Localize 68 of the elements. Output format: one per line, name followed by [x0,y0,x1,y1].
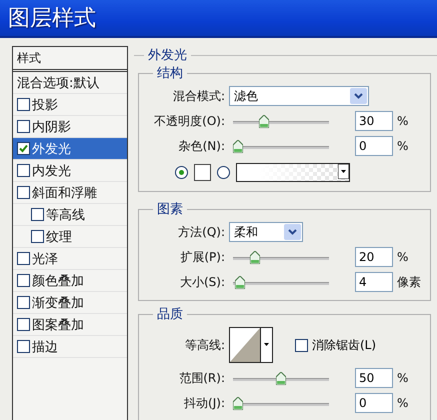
checkbox[interactable] [17,164,30,177]
checkbox[interactable] [17,252,30,265]
list-header: 样式 [13,47,127,72]
style-item[interactable]: 混合选项:默认 [13,72,127,94]
slider-thumb[interactable] [258,115,269,128]
color-swatch[interactable] [194,164,211,180]
checkbox-label: 消除锯齿(L) [312,336,376,354]
style-item[interactable]: 描边 [13,336,127,358]
value-field[interactable]: 50 [355,368,393,388]
group-title: 图素 [156,201,184,218]
style-item[interactable]: 渐变叠加 [13,292,127,314]
window-title: 图层样式 [8,5,96,33]
checkbox[interactable] [31,208,44,221]
field-label: 方法(Q): [177,224,225,240]
unit-label: 像素 [397,274,421,290]
unit-label: % [397,250,408,264]
section-title: 外发光 [147,47,188,64]
style-item[interactable]: 颜色叠加 [13,270,127,292]
group-title: 品质 [156,306,184,323]
unit-label: % [397,371,408,385]
style-item[interactable]: 等高线 [13,204,127,226]
value-field[interactable]: 0 [355,136,393,156]
style-item[interactable]: 光泽 [13,248,127,270]
checkbox[interactable] [17,120,30,133]
checkbox[interactable] [295,338,308,352]
checkbox[interactable] [31,230,44,243]
slider-thumb[interactable] [234,276,245,289]
style-item[interactable]: 投影 [13,94,127,116]
value-field[interactable]: 20 [355,247,393,267]
style-item[interactable]: 纹理 [13,226,127,248]
value-field[interactable]: 30 [355,111,393,131]
checkbox[interactable] [17,274,30,287]
dropdown-arrow-icon[interactable] [260,328,272,362]
unit-label: % [397,396,408,410]
checkbox[interactable] [17,98,30,111]
slider-label: 扩展(P): [179,248,225,266]
blend-mode-dropdown[interactable]: 滤色 [229,86,369,106]
checkbox[interactable] [17,142,30,155]
slider-label: 范围(R): [178,370,225,386]
value-field[interactable]: 0 [355,393,393,413]
unit-label: % [397,139,408,153]
field-label: 混合模式: [172,88,225,104]
checkbox[interactable] [17,318,30,331]
checkbox[interactable] [17,186,30,199]
slider-thumb[interactable] [233,397,243,410]
slider-thumb[interactable] [233,140,243,153]
unit-label: % [397,114,408,128]
style-item[interactable]: 内发光 [13,160,127,182]
slider-label: 抖动(J): [183,394,225,412]
gradient-picker[interactable] [236,162,350,182]
slider-label: 杂色(N): [178,138,225,154]
slider-label: 不透明度(O): [153,112,225,130]
dropdown-arrow-icon[interactable] [338,164,349,178]
contour-picker[interactable] [229,327,273,363]
radio-button[interactable] [175,166,188,178]
group-title: 结构 [156,65,184,82]
checkbox[interactable] [17,340,30,353]
technique-dropdown[interactable]: 柔和 [229,222,303,242]
value-field[interactable]: 4 [355,272,393,292]
slider-label: 大小(S): [178,274,225,290]
field-label: 等高线: [184,336,225,354]
style-item[interactable]: 斜面和浮雕 [13,182,127,204]
slider-thumb[interactable] [276,372,286,385]
style-item[interactable]: 外发光 [13,138,127,160]
slider-thumb[interactable] [250,251,260,264]
style-item[interactable]: 图案叠加 [13,314,127,336]
checkbox[interactable] [17,296,30,309]
radio-button[interactable] [217,166,230,178]
